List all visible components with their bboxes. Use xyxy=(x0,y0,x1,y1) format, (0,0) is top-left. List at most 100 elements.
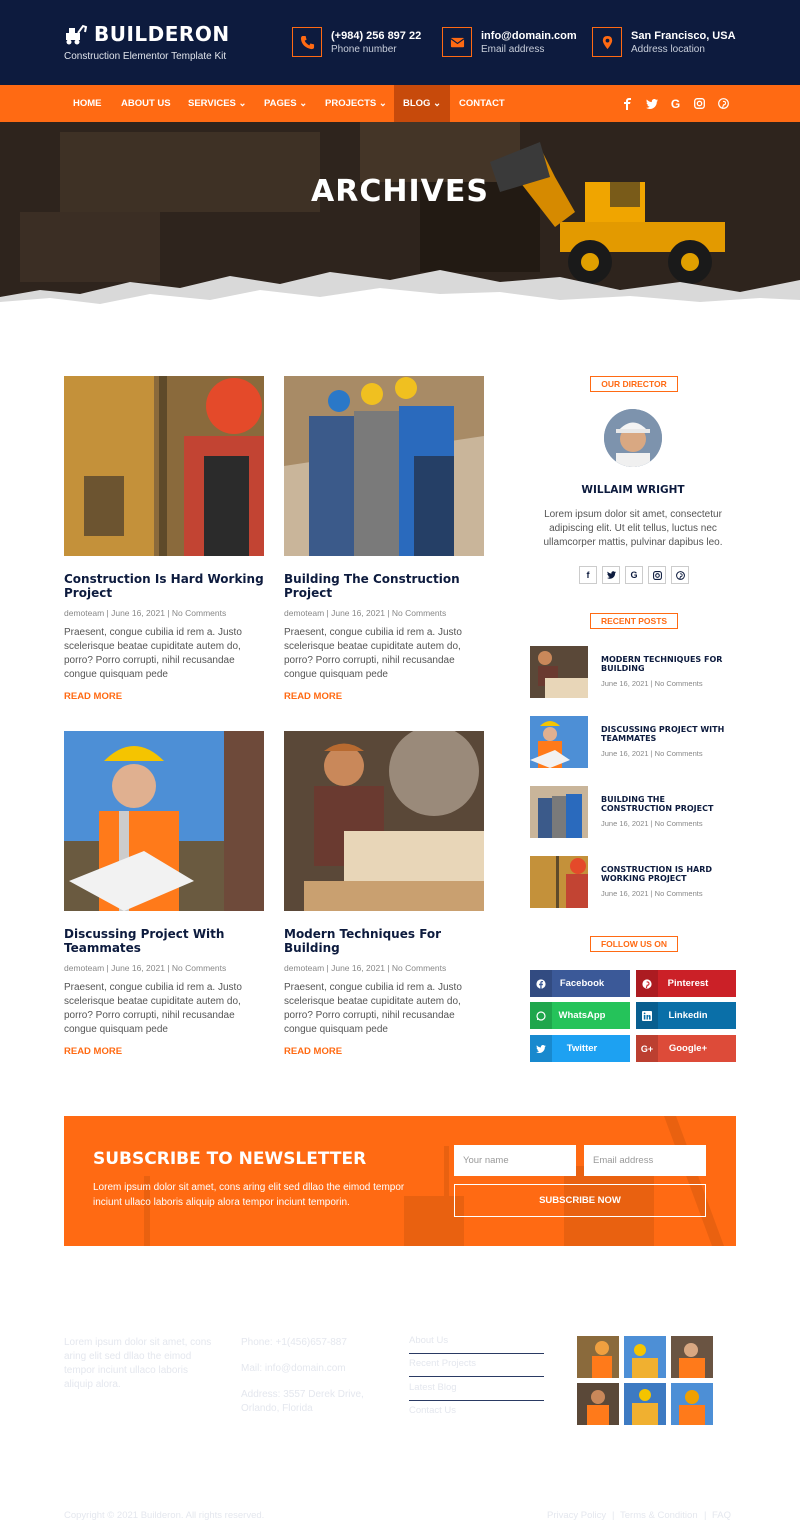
terms-link[interactable]: Terms & Condition xyxy=(620,1510,698,1521)
instagram-icon[interactable] xyxy=(693,97,706,110)
post-thumbnail[interactable] xyxy=(284,376,484,556)
nav-about-us[interactable]: ABOUT US xyxy=(121,85,171,122)
pinterest-button[interactable]: Pinterest xyxy=(636,970,736,997)
email-address[interactable]: info@domain.com xyxy=(481,30,577,42)
nav-blog[interactable]: BLOG ⌄ xyxy=(394,85,451,122)
gallery-image[interactable] xyxy=(577,1383,619,1425)
pinterest-button-label: Pinterest xyxy=(667,978,709,989)
facebook-icon[interactable] xyxy=(65,1419,85,1439)
read-more-link[interactable]: READ MORE xyxy=(284,1046,484,1057)
google-icon[interactable]: G xyxy=(120,1419,140,1439)
subscribe-button[interactable]: SUBSCRIBE NOW xyxy=(454,1184,706,1217)
faq-link[interactable]: FAQ xyxy=(712,1510,731,1521)
recent-post-title[interactable]: BUILDING THE CONSTRUCTION PROJECT xyxy=(601,795,736,813)
twitter-icon[interactable] xyxy=(93,1419,113,1439)
google-icon[interactable]: G xyxy=(669,97,682,111)
recent-post-item[interactable]: DISCUSSING PROJECT WITH TEAMMATES June 1… xyxy=(530,716,736,768)
pinterest-icon[interactable] xyxy=(176,1419,196,1439)
chevron-down-icon: ⌄ xyxy=(238,98,247,109)
recent-post-meta: June 16, 2021 | No Comments xyxy=(601,819,703,828)
instagram-icon[interactable] xyxy=(148,1419,168,1439)
linkedin-icon xyxy=(636,1002,658,1029)
nav-contact[interactable]: CONTACT xyxy=(459,85,505,122)
contact-info-heading: CONTACT INFORMATION xyxy=(241,1310,377,1321)
top-header: BUILDERON Construction Elementor Templat… xyxy=(0,0,800,85)
twitter-button[interactable]: Twitter xyxy=(530,1035,630,1062)
recent-post-thumbnail xyxy=(530,856,588,908)
recent-post-item[interactable]: MODERN TECHNIQUES FOR BUILDING June 16, … xyxy=(530,646,736,698)
recent-post-title[interactable]: CONSTRUCTION IS HARD WORKING PROJECT xyxy=(601,865,736,883)
director-avatar xyxy=(604,409,662,467)
chevron-down-icon: ⌄ xyxy=(433,98,442,109)
footer-phone: Phone: +1(456)657-887 xyxy=(241,1337,347,1348)
page-title: ARCHIVES xyxy=(311,174,489,209)
post-thumbnail[interactable] xyxy=(64,376,264,556)
twitter-icon[interactable] xyxy=(602,566,620,584)
gallery-image[interactable] xyxy=(671,1336,713,1378)
post-title[interactable]: Modern Techniques For Building xyxy=(284,927,484,955)
gallery-image[interactable] xyxy=(671,1383,713,1425)
phone-label: Phone number xyxy=(331,43,397,55)
brand-logo[interactable]: BUILDERON xyxy=(64,22,230,46)
footer-link-contact[interactable]: Contact Us xyxy=(409,1405,544,1423)
pinterest-icon[interactable] xyxy=(671,566,689,584)
nav-projects[interactable]: PROJECTS ⌄ xyxy=(325,85,387,122)
separator: | xyxy=(704,1510,707,1521)
mail-icon xyxy=(442,27,472,57)
post-thumbnail[interactable] xyxy=(284,731,484,911)
nav-services-label: SERVICES xyxy=(188,98,236,109)
main-nav: HOME ABOUT US SERVICES ⌄ PAGES ⌄ PROJECT… xyxy=(0,85,800,122)
nav-projects-label: PROJECTS xyxy=(325,98,377,109)
footer-link-recent-projects[interactable]: Recent Projects xyxy=(409,1358,544,1377)
footer-brand-name: BUILDERON xyxy=(91,1303,203,1323)
instagram-icon[interactable] xyxy=(648,566,666,584)
post-title[interactable]: Building The Construction Project xyxy=(284,572,484,600)
footer-link-about[interactable]: About Us xyxy=(409,1335,544,1354)
recent-post-item[interactable]: BUILDING THE CONSTRUCTION PROJECT June 1… xyxy=(530,786,736,838)
facebook-icon[interactable] xyxy=(621,97,634,110)
whatsapp-button[interactable]: WhatsApp xyxy=(530,1002,630,1029)
twitter-icon[interactable] xyxy=(645,97,658,110)
google-plus-button[interactable]: G+ Google+ xyxy=(636,1035,736,1062)
contact-email: info@domain.com Email address xyxy=(442,27,577,57)
post-meta: demoteam | June 16, 2021 | No Comments xyxy=(284,963,447,973)
read-more-link[interactable]: READ MORE xyxy=(64,691,264,702)
facebook-button[interactable]: Facebook xyxy=(530,970,630,997)
read-more-link[interactable]: READ MORE xyxy=(64,1046,264,1057)
newsletter-name-input[interactable]: Your name xyxy=(454,1145,576,1176)
post-title[interactable]: Construction Is Hard Working Project xyxy=(64,572,264,600)
phone-number[interactable]: (+984) 256 897 22 xyxy=(331,30,421,42)
pinterest-icon[interactable] xyxy=(717,97,730,110)
recent-posts-badge: RECENT POSTS xyxy=(590,613,678,629)
post-excerpt: Praesent, congue cubilia id rem a. Justo… xyxy=(64,627,242,680)
facebook-icon xyxy=(530,970,552,997)
read-more-link[interactable]: READ MORE xyxy=(284,691,484,702)
nav-pages[interactable]: PAGES ⌄ xyxy=(264,85,307,122)
recent-post-title[interactable]: MODERN TECHNIQUES FOR BUILDING xyxy=(601,655,736,673)
nav-home[interactable]: HOME xyxy=(73,85,102,122)
gallery-image[interactable] xyxy=(624,1383,666,1425)
recent-post-item[interactable]: CONSTRUCTION IS HARD WORKING PROJECT Jun… xyxy=(530,856,736,908)
nav-social-links: G xyxy=(621,85,730,122)
nav-services[interactable]: SERVICES ⌄ xyxy=(188,85,246,122)
gallery-image[interactable] xyxy=(577,1336,619,1378)
footer-link-latest-blog[interactable]: Latest Blog xyxy=(409,1382,544,1401)
facebook-icon[interactable]: f xyxy=(579,566,597,584)
address-location: San Francisco, USA xyxy=(631,29,736,42)
recent-post-title[interactable]: DISCUSSING PROJECT WITH TEAMMATES xyxy=(601,725,736,743)
recent-post-meta: June 16, 2021 | No Comments xyxy=(601,889,703,898)
google-plus-icon: G+ xyxy=(636,1035,658,1062)
post-excerpt: Praesent, congue cubilia id rem a. Justo… xyxy=(284,627,462,680)
footer-mail[interactable]: Mail: info@domain.com xyxy=(241,1362,346,1376)
google-icon[interactable]: G xyxy=(625,566,643,584)
newsletter-text: Lorem ipsum dolor sit amet, cons aring e… xyxy=(93,1182,405,1208)
footer-logo[interactable]: BUILDERON xyxy=(64,1303,202,1323)
pinterest-icon xyxy=(636,970,658,997)
post-meta: demoteam | June 16, 2021 | No Comments xyxy=(64,608,227,618)
privacy-policy-link[interactable]: Privacy Policy xyxy=(547,1510,606,1521)
newsletter-email-input[interactable]: Email address xyxy=(584,1145,706,1176)
post-title[interactable]: Discussing Project With Teammates xyxy=(64,927,264,955)
gallery-image[interactable] xyxy=(624,1336,666,1378)
linkedin-button[interactable]: Linkedin xyxy=(636,1002,736,1029)
post-thumbnail[interactable] xyxy=(64,731,264,911)
